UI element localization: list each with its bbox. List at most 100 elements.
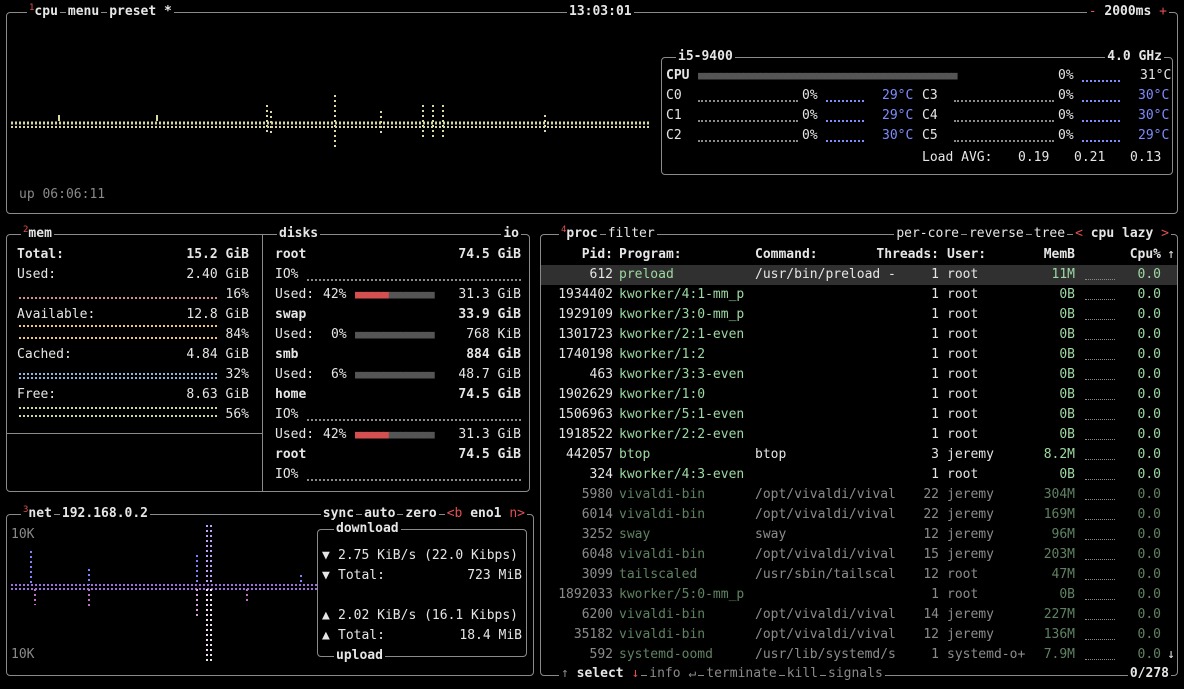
proc-cpu-sparkline — [1085, 619, 1115, 621]
proc-program: vivaldi-bin — [619, 627, 706, 642]
proc-tab[interactable]: 4proc — [559, 224, 600, 244]
proc-row[interactable]: 1301723 kworker/2:1-even 1 root 0B 0.0 — [541, 325, 1177, 345]
cpu-header[interactable]: Cpu% — [1130, 245, 1161, 265]
io-toggle[interactable]: io — [501, 224, 521, 244]
core-sparkline — [1082, 140, 1120, 142]
proc-cpu: 0.0 — [1137, 607, 1161, 622]
proc-row[interactable]: 612 preload/usr/bin/preload - 1 root 11M 0.0 — [541, 265, 1177, 285]
proc-program: vivaldi-bin — [619, 507, 706, 522]
command-header[interactable]: Command: — [755, 245, 818, 265]
disk-used-meter: ■■■■■■■■■■■■■■ — [355, 288, 435, 301]
proc-row[interactable]: 6048 vivaldi-bin/opt/vivaldi/vival 15 jerem… — [541, 545, 1177, 565]
terminate-button[interactable]: terminate — [704, 664, 779, 684]
tree-toggle[interactable]: tree — [1031, 224, 1068, 244]
proc-row[interactable]: 1506963 kworker/5:1-even 1 root 0B 0.0 — [541, 405, 1177, 425]
disk-name: root — [275, 247, 307, 262]
disk-io-meter — [307, 419, 521, 421]
zero-button[interactable]: zero — [403, 504, 439, 524]
proc-pid: 1892033 — [558, 587, 613, 602]
cpu-info-box: i5-9400 4.0 GHz CPU ■■■■■■■■■■■■■■■■■■■■… — [661, 47, 1173, 175]
proc-row[interactable]: 1934402 kworker/4:1-mm_p 1 root 0B 0.0 — [541, 285, 1177, 305]
proc-cpu-sparkline — [1085, 439, 1115, 441]
proc-mem: 7.9M — [1043, 647, 1075, 662]
proc-row[interactable]: 592 systemd-oomd/usr/lib/systemd/s 1 system… — [541, 645, 1177, 665]
cpu-total-pct: 0% — [1058, 68, 1074, 83]
signals-button[interactable]: signals — [826, 664, 885, 684]
proc-cpu: 0.0 — [1137, 627, 1161, 642]
memb-header[interactable]: MemB — [1044, 245, 1075, 265]
proc-threads: 1 — [931, 267, 939, 282]
sort-next-button[interactable]: > — [1161, 226, 1169, 241]
proc-row[interactable]: 3252 sway sway 12 jeremy 96M 0.0 — [541, 525, 1177, 545]
proc-program: tailscaled — [619, 567, 698, 582]
interface-name: eno1 — [470, 506, 502, 521]
pid-header[interactable]: Pid: — [582, 245, 613, 265]
info-button[interactable]: info ↵ — [647, 664, 699, 684]
proc-threads: 12 — [923, 567, 939, 582]
core-label: C3 — [922, 88, 938, 103]
disk-io-label: IO% — [275, 267, 299, 282]
mem-available-label: Available: — [17, 307, 96, 322]
proc-row[interactable]: 463 kworker/3:3-even 1 root 0B 0.0 — [541, 365, 1177, 385]
proc-pid: 3252 — [581, 527, 613, 542]
proc-row[interactable]: 1918522 kworker/2:2-even 1 root 0B 0.0 — [541, 425, 1177, 445]
proc-threads: 12 — [923, 627, 939, 642]
proc-row[interactable]: 35182 vivaldi-bin/opt/vivaldi/vival 12 jere… — [541, 625, 1177, 645]
proc-row[interactable]: 5980 vivaldi-bin/opt/vivaldi/vival 22 jerem… — [541, 485, 1177, 505]
proc-user: root — [947, 267, 979, 282]
program-header[interactable]: Program: — [619, 245, 682, 265]
disk-name: swap — [275, 307, 307, 322]
proc-row[interactable]: 442057 btop btop 3 jeremy 8.2M 0.0 — [541, 445, 1177, 465]
core-label: C5 — [922, 128, 938, 143]
download-rate: 2.75 KiB/s (22.0 Kibps) — [338, 548, 519, 563]
proc-row[interactable]: 324 kworker/4:3-even 1 root 0B 0.0 — [541, 465, 1177, 485]
next-interface-button[interactable]: n> — [509, 506, 525, 521]
proc-row[interactable]: 6014 vivaldi-bin/opt/vivaldi/vival 22 jerem… — [541, 505, 1177, 525]
preset-button[interactable]: preset * — [107, 2, 174, 22]
interval-plus-button[interactable]: + — [1159, 4, 1167, 19]
proc-pid: 1301723 — [558, 327, 613, 342]
proc-row[interactable]: 1902629 kworker/1:0 1 root 0B 0.0 — [541, 385, 1177, 405]
proc-threads: 3 — [931, 447, 939, 462]
scroll-up-icon[interactable]: ↑ — [1167, 245, 1175, 265]
proc-row[interactable]: 1892033 kworker/5:0-mm_p 1 root 0B 0.0 — [541, 585, 1177, 605]
load-avg-label: Load AVG: — [922, 150, 993, 165]
proc-mem: 96M — [1051, 527, 1075, 542]
cpu-title-bar: 1cpu menu preset * — [27, 2, 174, 22]
disk-used-pct: 0% — [331, 327, 347, 342]
interval-minus-button[interactable]: - — [1089, 4, 1097, 19]
core-label: C4 — [922, 108, 938, 123]
sort-prev-button[interactable]: < — [1075, 226, 1083, 241]
proc-mem: 0B — [1059, 347, 1075, 362]
reverse-toggle[interactable]: reverse — [966, 224, 1026, 244]
per-core-toggle[interactable]: per-core — [894, 224, 961, 244]
disk-used-label: Used: — [275, 327, 315, 342]
cpu-tab[interactable]: 1cpu — [27, 2, 60, 22]
proc-program: vivaldi-bin — [619, 487, 706, 502]
scroll-down-icon[interactable]: ↓ — [1167, 645, 1175, 665]
proc-pid: 612 — [589, 267, 613, 282]
proc-row[interactable]: 1929109 kworker/3:0-mm_p 1 root 0B 0.0 — [541, 305, 1177, 325]
select-button[interactable]: select — [577, 666, 624, 681]
net-stats-box: download ▼ 2.75 KiB/s (22.0 Kibps) ▼ Tot… — [317, 519, 527, 666]
core-temp: 30°C — [882, 128, 914, 143]
menu-button[interactable]: menu — [65, 2, 102, 22]
proc-row[interactable]: 3099 tailscaled/usr/sbin/tailscal 12 root 47… — [541, 565, 1177, 585]
core-sparkline — [826, 100, 864, 102]
proc-command: sway — [755, 527, 787, 542]
proc-row[interactable]: 6200 vivaldi-bin/opt/vivaldi/vival 14 jerem… — [541, 605, 1177, 625]
prev-interface-button[interactable]: <b — [447, 506, 463, 521]
disk-used-meter: ■■■■■■■■■■■■■■ — [355, 368, 435, 381]
user-header[interactable]: User: — [947, 245, 986, 265]
filter-button[interactable]: filter — [605, 224, 657, 244]
mem-tab[interactable]: 2mem — [21, 224, 54, 244]
threads-header[interactable]: Threads: — [876, 245, 939, 265]
proc-cpu: 0.0 — [1137, 387, 1161, 402]
proc-row[interactable]: 1740198 kworker/1:2 1 root 0B 0.0 — [541, 345, 1177, 365]
proc-program: vivaldi-bin — [619, 607, 706, 622]
kill-button[interactable]: kill — [784, 664, 821, 684]
disk-size: 74.5 GiB — [458, 247, 521, 262]
core-sparkline — [1082, 100, 1120, 102]
proc-cpu-sparkline — [1085, 319, 1115, 321]
disks-title[interactable]: disks — [277, 224, 321, 244]
